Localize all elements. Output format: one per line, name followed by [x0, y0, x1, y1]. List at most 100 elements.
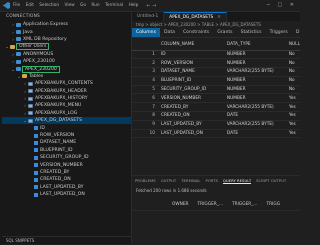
tree-item-label: Java: [23, 29, 33, 35]
tree-item[interactable]: LAST_UPDATED_ON: [2, 191, 131, 198]
tree-item[interactable]: LAST_UPDATED_BY: [2, 184, 131, 191]
table-row[interactable]: 4 BLUEPRINT_ID NUMBER No: [132, 76, 300, 86]
result-header-trigger-3[interactable]: TRIGG: [267, 202, 281, 207]
chevron-down-icon[interactable]: ⌄: [23, 118, 27, 123]
subtab-statistics[interactable]: Statistics: [237, 28, 266, 37]
tree-item[interactable]: › APEXBAKUPX_HISTORY: [2, 95, 131, 102]
table-row[interactable]: 9 LAST_UPDATED_BY VARCHAR2(255 BYTE) Yes: [132, 120, 300, 130]
panel-tab-problems[interactable]: PROBLEMS: [135, 178, 156, 183]
tree-item-label: Application Express: [23, 22, 69, 28]
tree-item[interactable]: › Application Express: [2, 21, 131, 28]
table-row[interactable]: 3 DATASET_NAME VARCHAR2(255 BYTE) No: [132, 67, 300, 77]
table-row[interactable]: 10 LAST_UPDATED_ON DATE Yes: [132, 129, 300, 139]
result-grid[interactable]: [132, 210, 300, 245]
panel-tab-output[interactable]: OUTPUT: [161, 178, 176, 183]
subtab-triggers[interactable]: Triggers: [266, 28, 292, 37]
connections-header[interactable]: CONNECTIONS: [2, 12, 131, 21]
header-nullable[interactable]: NULL: [285, 40, 300, 51]
row-index: 8: [132, 111, 158, 121]
result-headers: OWNER TRIGGER_... TRIGGER_... TRIGG: [132, 202, 300, 207]
nav-arrows[interactable]: ← →: [146, 3, 156, 9]
result-header-trigger-2[interactable]: TRIGGER_...: [232, 202, 257, 207]
tree-item-label: APEX_DG_DATASETS: [35, 118, 83, 124]
tree-item[interactable]: › APEXBAKUPX_HEADER: [2, 88, 131, 95]
tab-untitled-label: Untitled-1: [137, 14, 159, 19]
menu-run[interactable]: Run: [91, 3, 99, 8]
subtab-constraints[interactable]: Constraints: [179, 28, 213, 37]
chevron-right-icon[interactable]: ›: [23, 111, 27, 116]
chevron-right-icon[interactable]: ›: [11, 22, 15, 27]
chevron-right-icon[interactable]: ›: [11, 52, 15, 57]
result-header-trigger-1[interactable]: TRIGGER_...: [198, 202, 223, 207]
table-row[interactable]: 8 CREATED_ON DATE Yes: [132, 111, 300, 121]
tree-item[interactable]: ⌄ Other Users: [2, 43, 131, 51]
table-row[interactable]: 5 SECURITY_GROUP_ID NUMBER No: [132, 85, 300, 95]
tree-item[interactable]: ROW_VERSION: [2, 132, 131, 139]
column-name-cell: ROW_VERSION: [157, 58, 224, 69]
tree-item[interactable]: ID: [2, 124, 131, 131]
connection-icon: [16, 37, 21, 42]
header-column-name[interactable]: COLUMN_NAME: [157, 40, 224, 51]
tree-item[interactable]: ⌄ APEX_DG_DATASETS: [2, 117, 131, 125]
tree-item[interactable]: › APEXBAKUPX_CONTENTS: [2, 80, 131, 87]
chevron-right-icon[interactable]: ›: [11, 59, 15, 64]
table-row[interactable]: 6 VERSION_NUMBER NUMBER Yes: [132, 93, 300, 104]
tree-item[interactable]: › APEX_230100: [2, 58, 131, 65]
tree-item[interactable]: SECURITY_GROUP_ID: [2, 154, 131, 161]
menu-help[interactable]: Help: [129, 3, 139, 8]
column-name-cell: LAST_UPDATED_BY: [157, 120, 224, 130]
chevron-right-icon[interactable]: ›: [11, 37, 15, 42]
chevron-down-icon[interactable]: ⌄: [17, 74, 21, 79]
chevron-down-icon[interactable]: ⌄: [5, 44, 9, 49]
tree-item[interactable]: ⌄ APEX_230200: [2, 65, 131, 73]
table-row[interactable]: 1 ID NUMBER No: [132, 50, 300, 60]
breadcrumb[interactable]: tmp > object > APEX_230200 > TABLE > APE…: [132, 21, 300, 28]
nullable-cell: Yes: [285, 111, 300, 121]
tree-item[interactable]: VERSION_NUMBER: [2, 161, 131, 168]
row-index: 7: [132, 102, 158, 113]
tree-item[interactable]: CREATED_ON: [2, 176, 131, 183]
chevron-right-icon[interactable]: ›: [23, 103, 27, 108]
data-type-cell: DATE: [223, 111, 286, 121]
tree-item-label: VERSION_NUMBER: [40, 162, 83, 168]
subtab-grants[interactable]: Grants: [213, 28, 236, 37]
tree-item[interactable]: CREATED_BY: [2, 169, 131, 176]
panel-tab-terminal[interactable]: TERMINAL: [181, 178, 200, 183]
table-row[interactable]: 2 ROW_VERSION NUMBER No: [132, 58, 300, 69]
menu-file[interactable]: File: [13, 3, 20, 8]
chevron-right-icon[interactable]: ›: [23, 89, 27, 94]
panel-tab-script-output[interactable]: SCRIPT OUTPUT: [256, 178, 286, 183]
menu-terminal[interactable]: Terminal: [105, 3, 123, 8]
tab-untitled[interactable]: Untitled-1: [132, 12, 165, 21]
menu-edit[interactable]: Edit: [26, 3, 34, 8]
result-header-owner[interactable]: OWNER: [172, 202, 189, 207]
subtab-d[interactable]: D: [292, 28, 304, 37]
sql-snippets-header[interactable]: SQL SNIPPETS: [2, 236, 132, 244]
tree-item[interactable]: › ANONYMOUS: [2, 51, 131, 58]
table-row[interactable]: 7 CREATED_BY VARCHAR2(255 BYTE) Yes: [132, 102, 300, 113]
tree-item[interactable]: › APEXBAKUPX_MENU: [2, 102, 131, 109]
chevron-down-icon[interactable]: ⌄: [11, 67, 15, 72]
chevron-right-icon[interactable]: ›: [23, 96, 27, 101]
subtab-columns[interactable]: Columns: [132, 28, 160, 37]
panel-tab-ports[interactable]: PORTS: [206, 178, 218, 183]
window-controls[interactable]: ─ □ ✕: [267, 2, 297, 8]
tree-item[interactable]: › XML DB Repository: [2, 36, 131, 43]
row-index: 2: [132, 58, 158, 69]
tree-item[interactable]: › Java: [2, 28, 131, 35]
header-data-type[interactable]: DATA_TYPE: [223, 40, 286, 51]
menu-go[interactable]: Go: [80, 3, 86, 8]
chevron-right-icon[interactable]: ›: [11, 30, 15, 35]
panel-tab-query-result[interactable]: QUERY RESULT: [222, 178, 252, 184]
tree-item[interactable]: DATASET_NAME: [2, 139, 131, 146]
close-icon[interactable]: ✕: [217, 15, 221, 20]
tree-item-label: APEX_230200: [22, 65, 60, 73]
tree-item[interactable]: › APEXBAKUPX_LOG: [2, 110, 131, 117]
tab-apex-dg-datasets[interactable]: APEX_DG_DATASETS ✕: [164, 12, 227, 21]
menu-view[interactable]: View: [64, 3, 74, 8]
menu-selection[interactable]: Selection: [39, 3, 59, 8]
subtab-data[interactable]: Data: [160, 28, 179, 37]
chevron-right-icon[interactable]: ›: [23, 81, 27, 86]
tree-item[interactable]: BLUEPRINT_ID: [2, 147, 131, 154]
tree-item[interactable]: ⌄ Tables: [2, 73, 131, 80]
